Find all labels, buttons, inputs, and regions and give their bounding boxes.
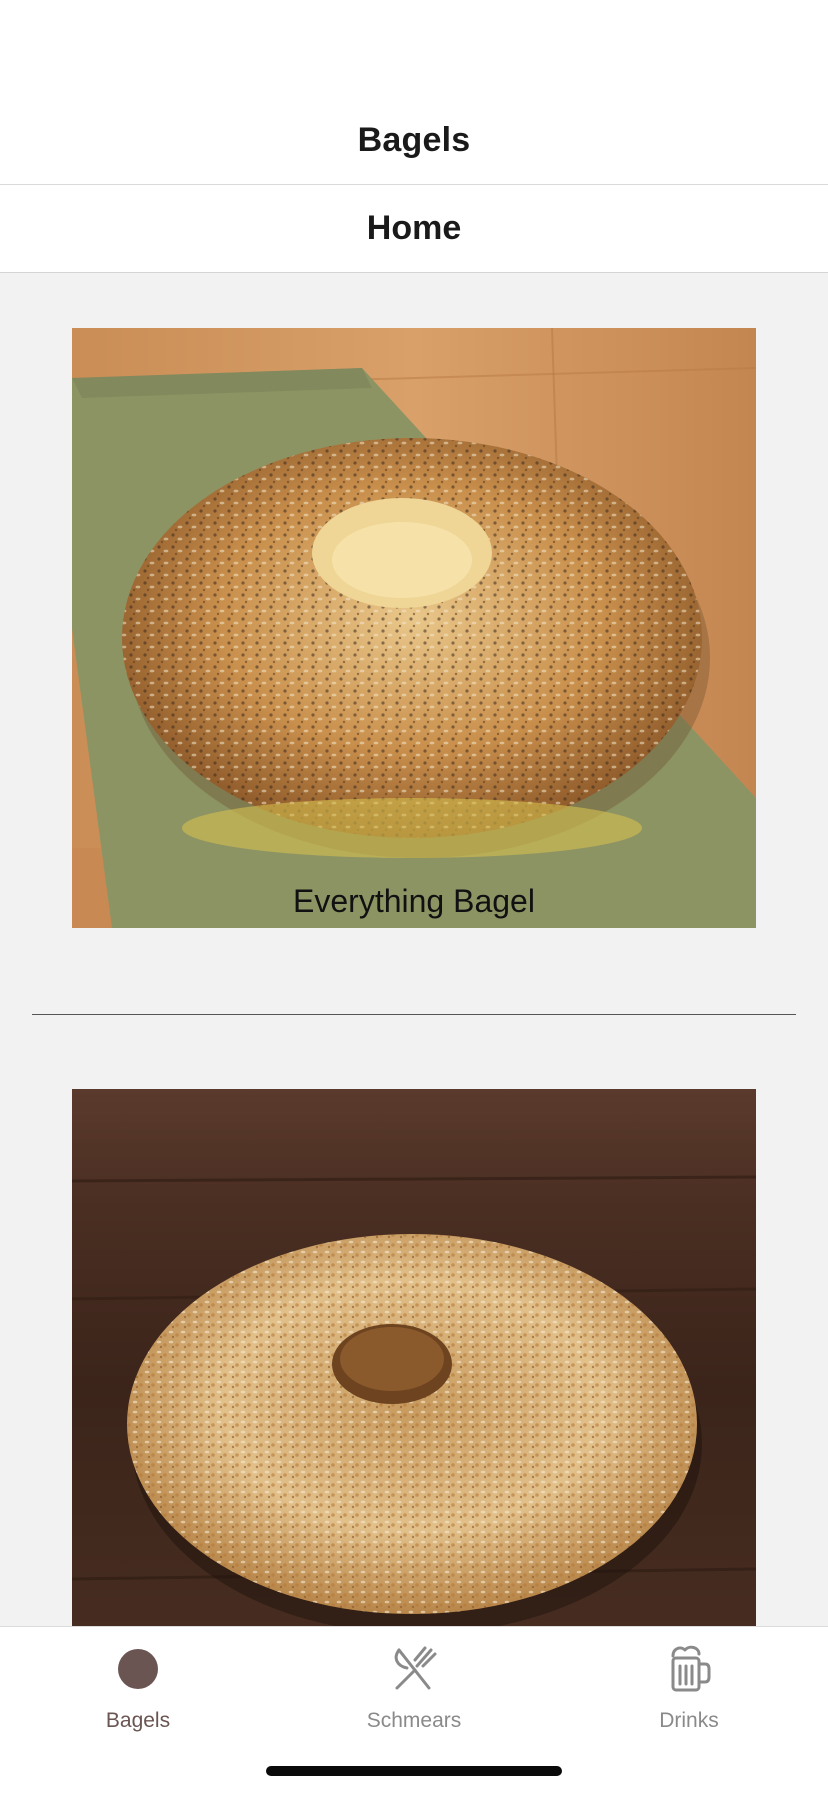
- section-header: Home: [0, 185, 828, 273]
- divider: [32, 1014, 796, 1015]
- product-list[interactable]: Everything Bagel: [0, 273, 828, 1626]
- beer-mug-icon: [661, 1641, 717, 1697]
- garlic-bagel-photo: [72, 1089, 756, 1626]
- page-title: Bagels: [357, 120, 471, 159]
- product-photo[interactable]: [72, 1089, 756, 1626]
- tab-label: Drinks: [659, 1709, 719, 1732]
- tab-drinks[interactable]: Drinks: [589, 1637, 789, 1747]
- section-title: Home: [366, 209, 462, 247]
- status-bar: [0, 0, 828, 96]
- product-photo[interactable]: [72, 328, 756, 928]
- home-indicator[interactable]: [266, 1766, 562, 1776]
- tab-schmears[interactable]: Schmears: [314, 1637, 514, 1747]
- tab-label: Bagels: [105, 1709, 171, 1732]
- navigation-bar: Bagels: [0, 96, 828, 185]
- everything-bagel-photo: [72, 328, 756, 928]
- tab-label: Schmears: [366, 1709, 462, 1732]
- bagel-icon: [110, 1641, 166, 1697]
- tab-bagels[interactable]: Bagels: [38, 1637, 238, 1747]
- utensils-icon: [386, 1641, 442, 1697]
- product-name: Everything Bagel: [293, 883, 535, 919]
